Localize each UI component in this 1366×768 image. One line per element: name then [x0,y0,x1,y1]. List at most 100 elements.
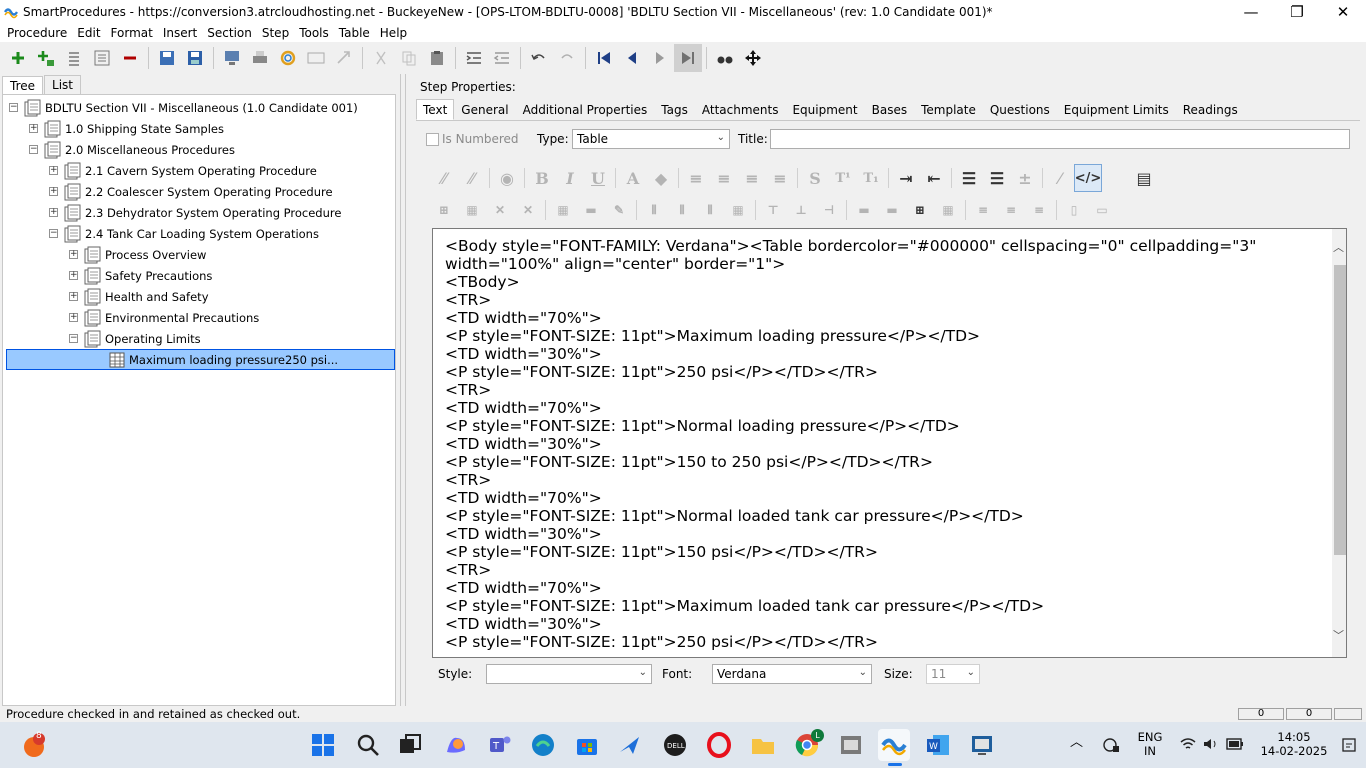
find-button[interactable] [711,44,739,72]
wifi-icon[interactable] [1180,737,1196,751]
copy-button[interactable] [395,44,423,72]
tree-node[interactable]: + Process Overview [69,244,206,265]
first-button[interactable] [590,44,618,72]
split-cells-icon[interactable]: ▬ [878,196,906,224]
collapse-button[interactable] [60,44,88,72]
show-hidden-icons-chevron[interactable]: ︿ [1070,736,1083,750]
editor-scrollbar[interactable]: ︿ ﹀ [1332,229,1346,657]
smartprocedures-button[interactable] [878,729,910,766]
italic-icon[interactable]: I [556,164,584,192]
tree-node[interactable]: + 2.1 Cavern System Operating Procedure [49,160,317,181]
tab-additional-properties[interactable]: Additional Properties [516,99,655,120]
scroll-down-icon[interactable]: ﹀ [1333,627,1344,643]
export-button[interactable] [330,44,358,72]
tree-node[interactable]: + Health and Safety [69,286,209,307]
delete-col-icon[interactable]: ⫴ [696,196,724,224]
column-width-icon[interactable]: ▯ [1060,196,1088,224]
start-button[interactable] [307,729,339,761]
font-color-icon[interactable]: A [619,164,647,192]
menu-procedure[interactable]: Procedure [2,26,72,40]
size-select[interactable]: 11 ⌄ [926,664,980,684]
tab-text[interactable]: Text [416,99,455,120]
cut-button[interactable] [367,44,395,72]
next-button[interactable] [646,44,674,72]
justify-icon[interactable]: ≡ [766,164,794,192]
menu-table[interactable]: Table [334,26,375,40]
table-grid-icon[interactable]: ▦ [934,196,962,224]
paste-button[interactable] [423,44,451,72]
indent-icon[interactable]: ⇥ [892,164,920,192]
collapse-icon[interactable]: − [69,334,78,343]
table-props-icon[interactable]: ⊞ [430,196,458,224]
previous-button[interactable] [618,44,646,72]
network-status-icon[interactable] [1102,737,1120,753]
menu-section[interactable]: Section [202,26,257,40]
remote-app-button[interactable] [966,729,998,761]
insert-row-above-icon[interactable]: ⊤ [759,196,787,224]
expand-icon[interactable]: + [69,271,78,280]
menu-step[interactable]: Step [257,26,294,40]
add-step-button[interactable] [4,44,32,72]
notifications-icon[interactable] [1340,736,1358,754]
numbered-list-icon[interactable]: ☰ [983,164,1011,192]
save-button[interactable] [181,44,209,72]
menu-insert[interactable]: Insert [158,26,202,40]
insert-col-left-icon[interactable]: ⫴ [640,196,668,224]
battery-icon[interactable] [1226,738,1244,750]
delete-row-icon[interactable]: ⊣ [815,196,843,224]
underline-icon[interactable]: U [584,164,612,192]
menu-help[interactable]: Help [375,26,412,40]
search-button[interactable] [352,729,384,761]
widgets-button[interactable]: 8 [18,729,50,761]
title-input[interactable] [770,129,1350,149]
language-indicator[interactable]: ENG IN [1136,730,1164,758]
expand-icon[interactable]: + [49,187,58,196]
outdent-icon[interactable]: ⇤ [920,164,948,192]
tab-equipment[interactable]: Equipment [785,99,864,120]
form-button[interactable] [302,44,330,72]
collapse-icon[interactable]: − [9,103,18,112]
tree-node[interactable]: − BDLTU Section VII - Miscellaneous (1.0… [9,97,358,118]
table-style-icon[interactable]: ▦ [458,196,486,224]
highlight-icon[interactable]: ◆ [647,164,675,192]
copilot-button[interactable] [440,729,472,761]
align-center-icon[interactable]: ≡ [710,164,738,192]
tab-questions[interactable]: Questions [983,99,1057,120]
publish-button[interactable] [218,44,246,72]
bulleted-list-icon[interactable]: ☰ [955,164,983,192]
edit-cell-icon[interactable]: ✎ [605,196,633,224]
is-numbered-checkbox[interactable] [426,132,439,146]
expand-icon[interactable]: + [69,313,78,322]
clear-format-icon[interactable]: ⁄⁄ [458,164,486,192]
tab-readings[interactable]: Readings [1176,99,1245,120]
tree-node[interactable]: − Operating Limits [69,328,201,349]
save-as-button[interactable] [153,44,181,72]
cell-align-left-icon[interactable]: ≡ [969,196,997,224]
tab-tree[interactable]: Tree [2,76,44,95]
move-button[interactable] [739,44,767,72]
format-painter-icon[interactable]: ⁄⁄ [430,164,458,192]
undo-button[interactable] [525,44,553,72]
expand-button[interactable] [88,44,116,72]
tab-list[interactable]: List [44,75,81,94]
expand-icon[interactable]: + [49,208,58,217]
minimize-button[interactable]: — [1228,0,1274,24]
volume-icon[interactable] [1203,737,1219,751]
tree-node[interactable]: + Environmental Precautions [69,307,259,328]
tree-node[interactable]: − 2.4 Tank Car Loading System Operations [49,223,319,244]
word-button[interactable]: W [922,729,954,761]
refresh-button[interactable] [274,44,302,72]
app-button[interactable] [835,729,867,761]
strikethrough-icon[interactable]: S [801,164,829,192]
scroll-thumb[interactable] [1334,265,1346,555]
indent-button[interactable] [460,44,488,72]
merge-cells-icon[interactable]: ▬ [850,196,878,224]
scroll-up-icon[interactable]: ︿ [1333,239,1344,255]
tab-bases[interactable]: Bases [865,99,914,120]
menu-tools[interactable]: Tools [294,26,334,40]
task-view-button[interactable] [394,729,426,761]
dell-button[interactable]: DELL [659,729,691,761]
clock[interactable]: 14:05 14-02-2025 [1256,730,1332,758]
chrome-button[interactable]: L [791,729,824,761]
store-button[interactable] [571,729,603,761]
